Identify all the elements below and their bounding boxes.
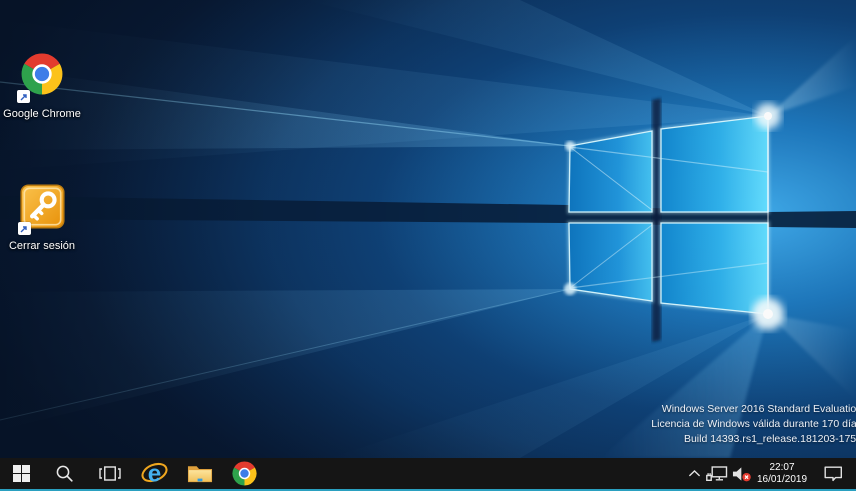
watermark-line-2: Licencia de Windows válida durante 170 d… <box>651 417 856 432</box>
volume-button[interactable] <box>729 458 754 489</box>
windows-hero-wallpaper <box>0 0 856 458</box>
file-explorer-button[interactable] <box>177 458 222 489</box>
start-button[interactable] <box>0 458 42 489</box>
watermark-line-3: Build 14393.rs1_release.181203-1755 <box>651 432 856 447</box>
task-view-button[interactable] <box>87 458 132 489</box>
system-tray: 22:07 16/01/2019 <box>684 458 856 489</box>
network-status-button[interactable] <box>704 458 729 489</box>
volume-muted-icon <box>732 466 752 482</box>
taskbar-app-buttons: e <box>0 458 267 489</box>
chevron-up-icon <box>688 469 701 478</box>
desktop-icon-label: Cerrar sesión <box>9 240 75 252</box>
chrome-button[interactable] <box>222 458 267 489</box>
taskbar: e <box>0 458 856 489</box>
ethernet-network-icon <box>706 466 728 482</box>
watermark-line-1: Windows Server 2016 Standard Evaluation <box>651 402 856 417</box>
search-button[interactable] <box>42 458 87 489</box>
svg-text:e: e <box>148 461 161 488</box>
desktop-icon-cerrar-sesion[interactable]: Cerrar sesión <box>2 184 82 252</box>
taskbar-clock[interactable]: 22:07 16/01/2019 <box>754 458 810 489</box>
desktop-screen: Google Chrome <box>0 0 856 491</box>
action-center-icon <box>824 466 843 482</box>
chrome-icon <box>231 460 258 487</box>
tray-overflow-button[interactable] <box>684 458 704 489</box>
task-view-icon <box>99 466 121 481</box>
action-center-button[interactable] <box>818 458 848 489</box>
windows-logo-icon <box>13 465 30 482</box>
logoff-key-icon <box>20 184 65 234</box>
shortcut-arrow-icon <box>18 222 31 235</box>
search-icon <box>56 465 73 482</box>
google-chrome-icon <box>19 51 65 102</box>
internet-explorer-button[interactable]: e <box>132 458 177 489</box>
shortcut-arrow-icon <box>17 90 30 103</box>
desktop-icon-google-chrome[interactable]: Google Chrome <box>2 51 82 120</box>
internet-explorer-icon: e <box>140 459 169 488</box>
clock-time: 22:07 <box>769 462 794 474</box>
clock-date: 16/01/2019 <box>757 474 807 486</box>
file-explorer-icon <box>187 463 213 484</box>
windows-evaluation-watermark: Windows Server 2016 Standard Evaluation … <box>651 402 856 447</box>
desktop-icon-label: Google Chrome <box>3 108 81 120</box>
